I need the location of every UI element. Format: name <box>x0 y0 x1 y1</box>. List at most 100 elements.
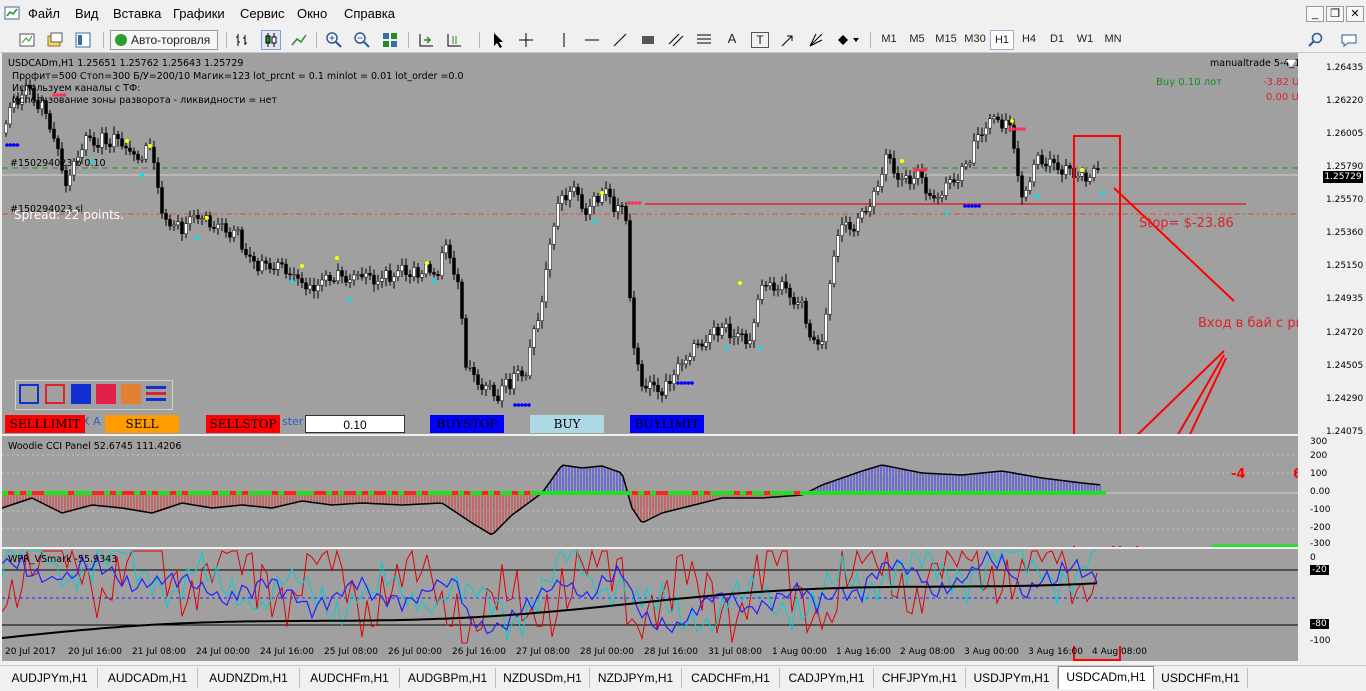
trendline-icon[interactable] <box>611 31 629 49</box>
level-dot <box>1022 127 1026 131</box>
tab-nzdusd[interactable]: NZDUSDm,H1 <box>496 668 590 688</box>
tf-d1[interactable]: D1 <box>1044 30 1070 50</box>
vertical-line-icon[interactable] <box>555 31 573 49</box>
sell-button[interactable]: SELL <box>105 415 179 433</box>
tab-audcad[interactable]: AUDCADm,H1 <box>98 668 198 688</box>
sell-stop-button[interactable]: SELLSTOP <box>206 415 280 433</box>
cci-trend-bar <box>182 491 188 495</box>
candle-body <box>908 175 912 185</box>
rectangle-icon[interactable] <box>639 31 657 49</box>
candle-body <box>528 347 532 377</box>
candle-body <box>1076 176 1080 178</box>
tab-usdchf[interactable]: USDCHFm,H1 <box>1154 668 1248 688</box>
candlestick-icon[interactable] <box>261 30 281 50</box>
tab-usdcad[interactable]: USDCADm,H1 <box>1058 666 1154 689</box>
menu-bar: Файл Вид Вставка Графики Сервис Окно Спр… <box>0 0 1366 29</box>
candle-body <box>572 186 576 192</box>
tf-m15[interactable]: M15 <box>932 30 960 50</box>
price-axis[interactable]: 1.26435 1.26220 1.26005 1.25790 1.25570 … <box>1298 53 1366 661</box>
signal-dot <box>148 144 152 148</box>
tab-audnzd[interactable]: AUDNZDm,H1 <box>198 668 300 688</box>
tab-audgbp[interactable]: AUDGBPm,H1 <box>400 668 496 688</box>
sell-limit-button[interactable]: SELLLIMIT <box>5 415 85 433</box>
candle-body <box>760 285 764 300</box>
menu-window[interactable]: Окно <box>297 6 327 21</box>
zoom-out-icon[interactable] <box>353 31 371 49</box>
tf-m1[interactable]: M1 <box>876 30 902 50</box>
channel-icon[interactable] <box>667 31 685 49</box>
arrow-tool-icon[interactable] <box>779 31 797 49</box>
auto-scroll-icon[interactable] <box>417 31 435 49</box>
buy-limit-button[interactable]: BUYLIMIT <box>630 415 704 433</box>
zoom-in-icon[interactable] <box>325 31 343 49</box>
tf-m5[interactable]: M5 <box>904 30 930 50</box>
price-tick: 1.24720 <box>1326 328 1364 338</box>
candle-body <box>508 379 512 390</box>
bar-chart-icon[interactable] <box>234 31 252 49</box>
chat-icon[interactable] <box>1340 32 1358 48</box>
menu-charts[interactable]: Графики <box>173 6 225 21</box>
menu-view[interactable]: Вид <box>75 6 99 21</box>
tf-h1[interactable]: H1 <box>990 30 1014 50</box>
swatch-orange[interactable] <box>121 384 141 404</box>
crosshair-icon[interactable] <box>517 31 535 49</box>
tf-mn[interactable]: MN <box>1100 30 1126 50</box>
tab-cadchf[interactable]: CADCHFm,H1 <box>682 668 780 688</box>
tab-chfjpy[interactable]: CHFJPYm,H1 <box>874 668 966 688</box>
more-objects-icon[interactable] <box>835 31 861 49</box>
menu-file[interactable]: Файл <box>28 6 60 21</box>
swatch-blue[interactable] <box>71 384 91 404</box>
swatch-sell-outline[interactable] <box>45 384 65 404</box>
tab-nzdjpy[interactable]: NZDJPYm,H1 <box>590 668 682 688</box>
tab-audjpy[interactable]: AUDJPYm,H1 <box>2 668 98 688</box>
cci-trend-bar <box>944 491 950 495</box>
restore-button[interactable]: ❐ <box>1326 6 1344 22</box>
menu-insert[interactable]: Вставка <box>113 6 161 21</box>
chart-area[interactable]: USDCADm,H1 1.25651 1.25762 1.25643 1.257… <box>2 53 1330 661</box>
cci-trend-bar <box>170 491 176 495</box>
buy-button[interactable]: BUY <box>530 415 604 433</box>
wpr-panel-separator[interactable] <box>2 547 1366 549</box>
menu-help[interactable]: Справка <box>344 6 395 21</box>
cci-panel-separator[interactable] <box>2 434 1366 436</box>
chart-shift-icon[interactable] <box>445 31 463 49</box>
signal-dot <box>335 256 339 260</box>
level-dot <box>973 204 978 208</box>
fibonacci-icon[interactable] <box>695 31 713 49</box>
swatch-lines[interactable] <box>146 386 166 402</box>
gann-icon[interactable] <box>807 31 825 49</box>
new-chart-icon[interactable] <box>18 31 36 49</box>
profiles-icon[interactable] <box>46 31 64 49</box>
tab-usdjpy[interactable]: USDJPYm,H1 <box>966 668 1058 688</box>
swatch-buy-outline[interactable] <box>19 384 39 404</box>
horizontal-line-icon[interactable] <box>583 31 601 49</box>
text-tool-icon[interactable]: A <box>723 30 741 50</box>
tab-cadjpy[interactable]: CADJPYm,H1 <box>780 668 874 688</box>
market-watch-icon[interactable] <box>74 31 92 49</box>
close-button[interactable]: ✕ <box>1346 6 1364 22</box>
buy-stop-button[interactable]: BUYSTOP <box>430 415 504 433</box>
swatch-red[interactable] <box>96 384 116 404</box>
cursor-icon[interactable] <box>489 31 507 49</box>
cci-trend-bar <box>308 491 314 495</box>
candle-body <box>836 235 840 257</box>
tf-w1[interactable]: W1 <box>1072 30 1098 50</box>
tab-audchf[interactable]: AUDCHFm,H1 <box>300 668 400 688</box>
tile-windows-icon[interactable] <box>381 31 399 49</box>
auto-trading-label: Авто-торговля <box>131 33 211 47</box>
menu-tools[interactable]: Сервис <box>240 6 285 21</box>
search-icon[interactable] <box>1308 32 1324 48</box>
chart-window-icon[interactable] <box>4 5 20 21</box>
time-axis[interactable]: 20 Jul 2017 20 Jul 16:00 21 Jul 08:00 24… <box>2 646 1298 661</box>
minimize-button[interactable]: _ <box>1306 6 1324 22</box>
text-label-icon[interactable]: T <box>751 32 769 48</box>
tf-m30[interactable]: M30 <box>961 30 989 50</box>
tf-h4[interactable]: H4 <box>1016 30 1042 50</box>
candle-body <box>408 274 412 277</box>
cci-trend-bar <box>140 491 146 495</box>
candle-body <box>848 222 852 230</box>
lot-input[interactable]: 0.10 <box>305 415 405 433</box>
candle-body <box>352 274 356 281</box>
auto-trading-button[interactable]: Авто-торговля <box>110 30 218 50</box>
line-chart-icon[interactable] <box>290 31 308 49</box>
